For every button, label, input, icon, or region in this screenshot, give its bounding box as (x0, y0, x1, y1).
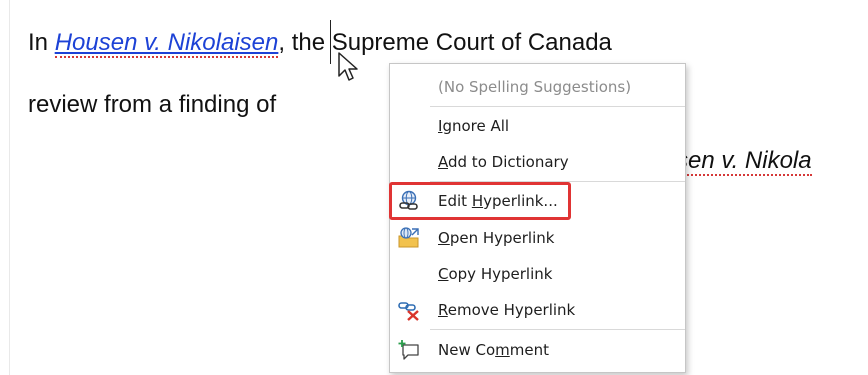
highlight-annotation-box (389, 182, 571, 220)
line3-text: sen v. Nikola (676, 147, 812, 176)
menu-item-copy-hyperlink[interactable]: Copy Hyperlink (390, 257, 685, 291)
remove-hyperlink-icon (398, 302, 419, 321)
paragraph-line-2[interactable]: review from a finding of (28, 90, 276, 120)
line1-prefix: In (28, 29, 55, 56)
menu-item-label: Copy Hyperlink (438, 265, 553, 283)
line2-text: review from a finding of (28, 91, 277, 118)
menu-item-label: (No Spelling Suggestions) (438, 78, 632, 96)
text-caret (330, 20, 331, 64)
paragraph-line-3[interactable]: sen v. Nikola (676, 146, 812, 176)
menu-item-open-hyperlink[interactable]: Open Hyperlink (390, 221, 685, 255)
menu-item-label: Add to Dictionary (438, 153, 569, 171)
menu-item-ignore-all[interactable]: Ignore All (390, 109, 685, 143)
menu-item-label: New Comment (438, 341, 549, 359)
menu-item-label: Ignore All (438, 117, 510, 135)
page-margin-line (9, 0, 10, 375)
menu-item-no-suggestions: (No Spelling Suggestions) (390, 70, 685, 104)
line1-suffix: , the Supreme Court of Canada (278, 29, 612, 56)
mouse-pointer-icon (338, 52, 358, 81)
menu-item-label: Remove Hyperlink (438, 301, 576, 319)
menu-separator (430, 329, 685, 330)
open-hyperlink-icon (398, 227, 419, 248)
menu-item-label: Open Hyperlink (438, 229, 555, 247)
new-comment-icon (398, 340, 419, 360)
menu-separator (430, 106, 685, 107)
paragraph-line-1[interactable]: In Housen v. Nikolaisen, the Supreme Cou… (28, 28, 612, 58)
case-hyperlink[interactable]: Housen v. Nikolaisen (54, 29, 279, 58)
menu-item-new-comment[interactable]: New Comment (390, 333, 685, 367)
menu-item-remove-hyperlink[interactable]: Remove Hyperlink (390, 293, 685, 327)
menu-item-add-to-dictionary[interactable]: Add to Dictionary (390, 145, 685, 179)
